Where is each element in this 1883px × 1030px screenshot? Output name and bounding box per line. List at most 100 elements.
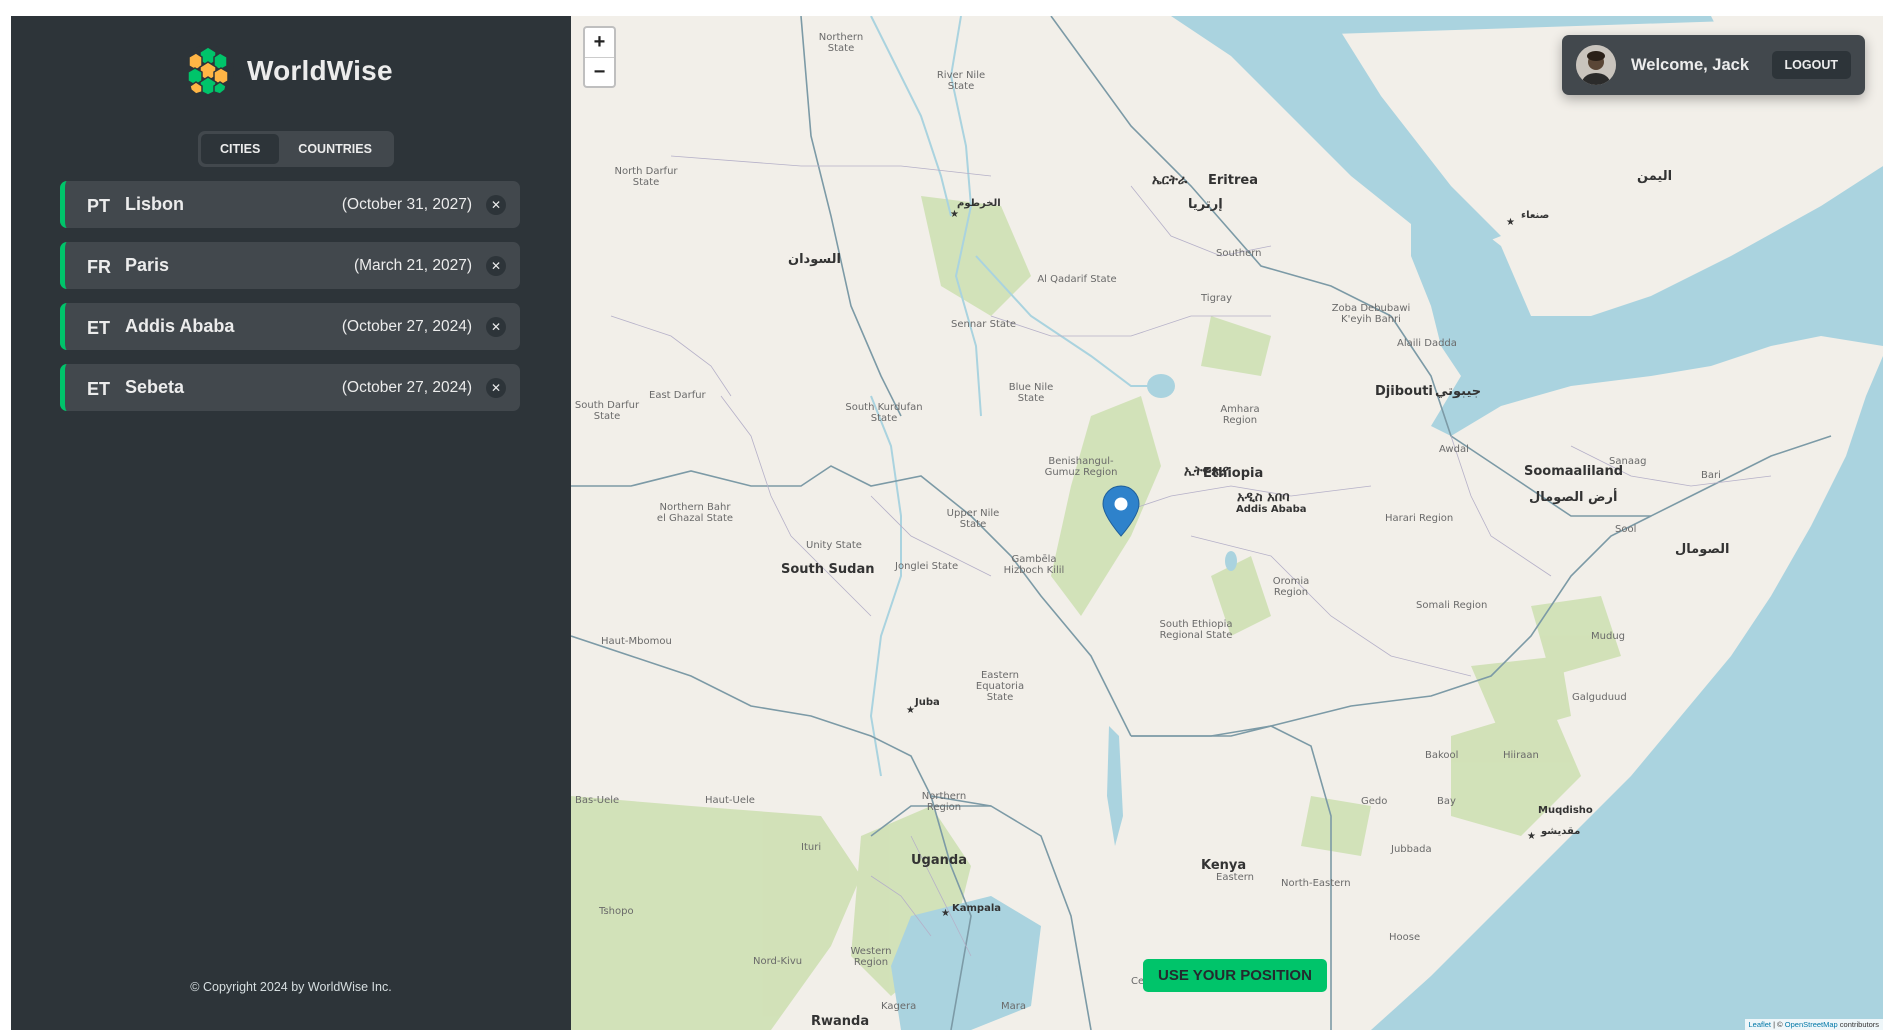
map-label: Eastern Equatoria State bbox=[975, 670, 1025, 703]
map-label: Harari Region bbox=[1385, 513, 1454, 524]
map-label: Northern State bbox=[818, 32, 864, 54]
map-label: Gedo bbox=[1361, 796, 1388, 807]
country-code: ET bbox=[87, 318, 111, 338]
map-label: Jonglei State bbox=[895, 561, 959, 572]
map-label: مقديشو bbox=[1541, 826, 1581, 837]
avatar bbox=[1576, 45, 1616, 85]
app-layout: WorldWise CITIES COUNTRIES PT Lisbon (Oc… bbox=[11, 16, 1883, 1030]
map-label: Eritrea bbox=[1208, 173, 1258, 188]
map-label: Hoose bbox=[1389, 932, 1421, 943]
city-date: (March 21, 2027) bbox=[353, 256, 472, 274]
close-icon: ✕ bbox=[490, 258, 502, 273]
map-label: River Nile State bbox=[936, 70, 986, 92]
map-label: أرض الصومال bbox=[1529, 490, 1618, 505]
osm-link[interactable]: OpenStreetMap bbox=[1785, 1020, 1838, 1029]
map-label: East Darfur bbox=[649, 390, 706, 401]
map-label: South Sudan bbox=[781, 562, 875, 577]
city-item-lisbon[interactable]: PT Lisbon (October 31, 2027) ✕ bbox=[60, 181, 520, 228]
delete-city-button[interactable]: ✕ bbox=[486, 377, 506, 398]
tab-cities[interactable]: CITIES bbox=[201, 134, 280, 164]
map-label: Unity State bbox=[806, 540, 862, 551]
map-label: Nord-Kivu bbox=[753, 956, 803, 967]
map-label: North-Eastern bbox=[1281, 878, 1351, 889]
map-label: South Kurdufan State bbox=[845, 402, 923, 424]
star-icon: ★ bbox=[1506, 217, 1515, 228]
map-label: Haut-Mbomou bbox=[601, 636, 672, 647]
map-label: Kampala bbox=[952, 903, 1001, 914]
map-label: السودان bbox=[788, 252, 841, 267]
map-label: Zoba Debubawi K'eyih Bahri bbox=[1331, 303, 1411, 325]
city-name: Addis Ababa bbox=[125, 316, 235, 336]
map-label: South Darfur State bbox=[574, 400, 640, 422]
map-label: Awdal bbox=[1439, 444, 1469, 455]
delete-city-button[interactable]: ✕ bbox=[486, 255, 506, 276]
map-label: Mudug bbox=[1591, 631, 1625, 642]
leaflet-link[interactable]: Leaflet bbox=[1749, 1020, 1772, 1029]
map-label: Southern bbox=[1216, 248, 1262, 259]
map-label: Jubbada bbox=[1391, 844, 1432, 855]
globe-hexagon-logo-icon bbox=[182, 45, 234, 97]
delete-city-button[interactable]: ✕ bbox=[486, 194, 506, 215]
zoom-control: + − bbox=[583, 26, 616, 88]
map-label: Alaili Dadda bbox=[1397, 338, 1457, 349]
map-label: Haut-Uele bbox=[705, 795, 755, 806]
country-code: ET bbox=[87, 379, 111, 399]
map[interactable]: ★ ★ ★ ★ ★ Eritrea ኤርትራ إرتريا ኢትዮጵያ Ethi… bbox=[571, 16, 1883, 1030]
close-icon: ✕ bbox=[490, 380, 502, 395]
city-name: Sebeta bbox=[125, 377, 185, 397]
map-label: Kenya bbox=[1201, 858, 1247, 873]
city-date: (October 27, 2024) bbox=[341, 317, 472, 335]
map-label: Bay bbox=[1437, 796, 1456, 807]
sidebar: WorldWise CITIES COUNTRIES PT Lisbon (Oc… bbox=[11, 16, 571, 1030]
user-panel: Welcome, Jack LOGOUT bbox=[1562, 35, 1865, 95]
map-label: North Darfur State bbox=[614, 166, 678, 188]
map-label: Northern Bahr el Ghazal State bbox=[656, 502, 734, 524]
map-label: اليمن bbox=[1637, 169, 1673, 184]
map-label: Muqdisho bbox=[1538, 805, 1593, 816]
map-label: Benishangul-Gumuz Region bbox=[1044, 456, 1118, 478]
map-label: ኤርትራ bbox=[1152, 173, 1188, 188]
map-label: Blue Nile State bbox=[1008, 382, 1054, 404]
view-tabs: CITIES COUNTRIES bbox=[198, 131, 394, 167]
city-item-sebeta[interactable]: ET Sebeta (October 27, 2024) ✕ bbox=[60, 364, 520, 411]
use-position-button[interactable]: USE YOUR POSITION bbox=[1143, 959, 1327, 992]
map-label: Mara bbox=[1001, 1001, 1026, 1012]
map-label: الصومال bbox=[1675, 542, 1730, 557]
copyright: © Copyright 2024 by WorldWise Inc. bbox=[190, 980, 392, 994]
map-label: Rwanda bbox=[811, 1014, 870, 1029]
city-item-paris[interactable]: FR Paris (March 21, 2027) ✕ bbox=[60, 242, 520, 289]
city-list: PT Lisbon (October 31, 2027) ✕ FR Paris … bbox=[60, 181, 520, 411]
map-label: Juba bbox=[915, 697, 940, 708]
map-label: Gambēla Hizboch Kilil bbox=[1003, 554, 1065, 576]
map-label: Al Qadarif State bbox=[1037, 274, 1117, 285]
map-label: South Ethiopia Regional State bbox=[1159, 619, 1233, 641]
star-icon: ★ bbox=[906, 705, 915, 716]
map-label: Kagera bbox=[881, 1001, 917, 1012]
map-label: Sennar State bbox=[951, 319, 1017, 330]
map-label: Western Region bbox=[850, 946, 892, 968]
map-label: Djibouti bbox=[1375, 384, 1433, 399]
map-label: Sanaag bbox=[1609, 456, 1647, 467]
zoom-out-button[interactable]: − bbox=[585, 57, 614, 86]
logo[interactable]: WorldWise bbox=[181, 44, 393, 98]
city-name: Paris bbox=[125, 255, 170, 275]
map-label: አዲስ አበባ bbox=[1237, 490, 1290, 505]
map-label: إرتريا bbox=[1188, 197, 1223, 212]
map-label: Somali Region bbox=[1416, 600, 1488, 611]
star-icon: ★ bbox=[950, 209, 959, 220]
map-label: Ethiopia bbox=[1203, 466, 1264, 481]
welcome-text: Welcome, Jack bbox=[1631, 55, 1750, 74]
zoom-in-button[interactable]: + bbox=[585, 28, 614, 57]
city-item-addis-ababa[interactable]: ET Addis Ababa (October 27, 2024) ✕ bbox=[60, 303, 520, 350]
logout-button[interactable]: LOGOUT bbox=[1771, 51, 1851, 79]
map-label: الخرطوم bbox=[957, 198, 1001, 209]
star-icon: ★ bbox=[941, 908, 950, 919]
map-label: Bas-Uele bbox=[575, 795, 620, 806]
delete-city-button[interactable]: ✕ bbox=[486, 316, 506, 337]
map-label: Tshopo bbox=[599, 906, 634, 917]
map-label: Eastern bbox=[1216, 872, 1255, 883]
map-label: Amhara Region bbox=[1220, 404, 1260, 426]
tab-countries[interactable]: COUNTRIES bbox=[279, 134, 391, 164]
brand-name: WorldWise bbox=[247, 55, 393, 86]
country-code: PT bbox=[87, 196, 111, 216]
